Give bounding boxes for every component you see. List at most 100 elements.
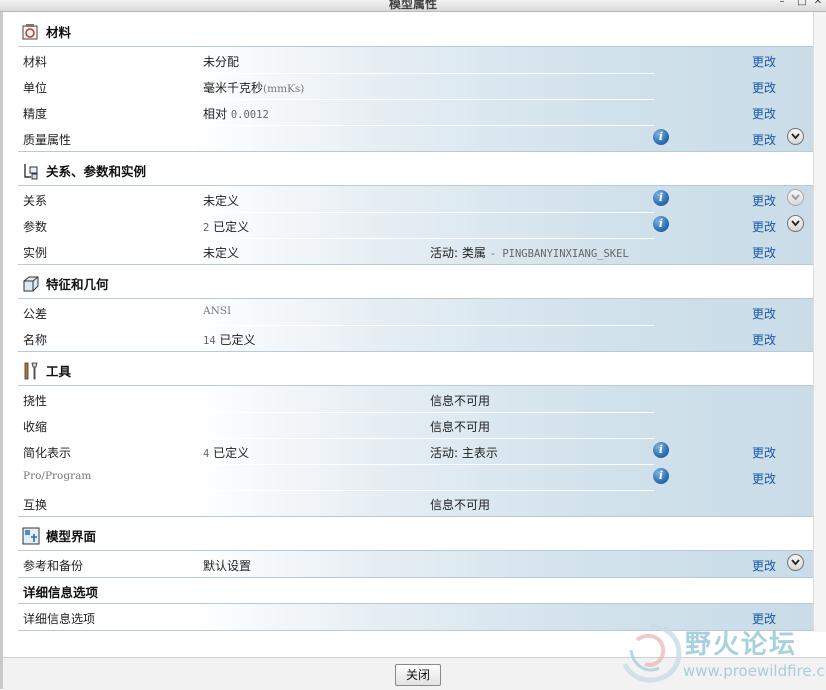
change-relations-link[interactable]: 更改 xyxy=(752,192,776,209)
row-label: 精度 xyxy=(23,107,48,121)
interface-icon xyxy=(22,527,40,545)
change-instances-link[interactable]: 更改 xyxy=(752,244,776,261)
section-tools-body: 挠性 信息不可用 收缩 信息不可用 简化表示 4 已定义 活动: 主表示 i 更… xyxy=(18,386,813,516)
row-names: 名称 14 已定义 更改 xyxy=(18,325,813,351)
section-interface-title: 模型界面 xyxy=(46,529,97,544)
parameter-count: 2 xyxy=(203,222,210,234)
divider xyxy=(18,577,813,578)
change-program-link[interactable]: 更改 xyxy=(752,470,776,487)
relations-icon xyxy=(22,162,40,180)
change-accuracy-link[interactable]: 更改 xyxy=(752,105,776,122)
minimize-icon[interactable]: – xyxy=(776,0,788,7)
change-tolerance-link[interactable]: 更改 xyxy=(752,305,776,322)
simprep-count: 4 xyxy=(203,448,210,460)
features-icon xyxy=(22,275,40,293)
section-features-body: 公差 ANSI 更改 名称 14 已定义 更改 xyxy=(18,299,813,351)
row-parameters: 参数 2 已定义 i 更改 xyxy=(18,212,813,238)
row-references: 参考和备份 默认设置 更改 xyxy=(18,551,813,577)
close-window-icon[interactable]: ✕ xyxy=(812,0,824,7)
row-label: 挠性 xyxy=(23,394,48,408)
change-simprep-link[interactable]: 更改 xyxy=(752,444,776,461)
change-names-link[interactable]: 更改 xyxy=(752,331,776,348)
chevron-down-icon[interactable] xyxy=(787,189,804,206)
row-value: 4 已定义 xyxy=(203,444,249,461)
material-icon xyxy=(22,23,40,41)
section-interface-body: 参考和备份 默认设置 更改 xyxy=(18,551,813,577)
section-detail-title: 详细信息选项 xyxy=(23,585,99,600)
row-label: 详细信息选项 xyxy=(23,612,96,626)
divider xyxy=(18,351,813,352)
row-accuracy: 精度 相对 0.0012 更改 xyxy=(18,99,813,125)
chevron-down-icon[interactable] xyxy=(787,128,804,145)
section-tools-title: 工具 xyxy=(46,364,72,379)
info-icon[interactable]: i xyxy=(653,129,669,145)
names-count: 14 xyxy=(203,335,216,347)
simprep-status: 已定义 xyxy=(213,446,250,460)
row-status: 信息不可用 xyxy=(430,394,491,408)
row-status: 活动: 主表示 xyxy=(430,446,498,460)
row-value: ANSI xyxy=(203,305,232,317)
change-mass-link[interactable]: 更改 xyxy=(752,131,776,148)
row-label: 单位 xyxy=(23,81,48,95)
row-simplified-rep: 简化表示 4 已定义 活动: 主表示 i 更改 xyxy=(18,438,813,464)
row-status: 信息不可用 xyxy=(430,420,491,434)
row-label: 质量属性 xyxy=(23,133,72,147)
section-material-header: 材料 xyxy=(22,21,71,45)
row-relations: 关系 未定义 i 更改 xyxy=(18,186,813,212)
units-abbrev: (mmKs) xyxy=(263,83,305,95)
info-icon[interactable]: i xyxy=(653,468,669,484)
row-value: 相对 0.0012 xyxy=(203,105,269,122)
row-label: 简化表示 xyxy=(23,446,72,460)
section-relations-header: 关系、参数和实例 xyxy=(22,160,146,184)
info-icon[interactable]: i xyxy=(653,216,669,232)
change-units-link[interactable]: 更改 xyxy=(752,79,776,96)
tools-icon xyxy=(22,362,40,380)
row-pro-program: Pro/Program i 更改 xyxy=(18,464,813,490)
row-label: 材料 xyxy=(23,55,48,69)
watermark-name: 野火论坛 xyxy=(685,630,798,660)
window-title: 模型属性 xyxy=(388,0,437,11)
chevron-down-icon[interactable] xyxy=(787,554,804,571)
section-material-title: 材料 xyxy=(46,25,72,40)
row-label: 收缩 xyxy=(23,420,48,434)
change-references-link[interactable]: 更改 xyxy=(752,557,776,574)
section-material-body: 材料 未分配 更改 单位 毫米千克秒(mmKs) 更改 精度 相对 0.0012… xyxy=(18,47,813,151)
info-icon[interactable]: i xyxy=(653,442,669,458)
chevron-down-icon[interactable] xyxy=(787,215,804,232)
info-icon[interactable]: i xyxy=(653,190,669,206)
maximize-icon[interactable]: □ xyxy=(796,0,808,7)
row-tolerance: 公差 ANSI 更改 xyxy=(18,299,813,325)
row-label: 参数 xyxy=(23,220,48,234)
row-label: 名称 xyxy=(23,333,48,347)
accuracy-type: 相对 xyxy=(203,107,228,121)
divider xyxy=(18,151,813,152)
row-status: 信息不可用 xyxy=(430,498,491,512)
divider xyxy=(18,264,813,265)
row-value: 毫米千克秒(mmKs) xyxy=(203,79,304,96)
divider xyxy=(18,516,813,517)
row-label: 公差 xyxy=(23,307,48,321)
row-value: 2 已定义 xyxy=(203,218,249,235)
row-shrinkage: 收缩 信息不可用 xyxy=(18,412,813,438)
row-value: 未定义 xyxy=(203,194,240,208)
row-units: 单位 毫米千克秒(mmKs) 更改 xyxy=(18,73,813,99)
row-label: 互换 xyxy=(23,498,48,512)
section-relations-title: 关系、参数和实例 xyxy=(46,164,147,179)
change-parameters-link[interactable]: 更改 xyxy=(752,218,776,235)
section-features-title: 特征和几何 xyxy=(46,277,109,292)
row-value: 默认设置 xyxy=(203,559,252,573)
row-label: 参考和备份 xyxy=(23,559,84,573)
row-status: 活动: 类属 - PINGBANYINXIANG_SKEL xyxy=(430,244,629,261)
row-interchange: 互换 信息不可用 xyxy=(18,490,813,516)
instance-active: 活动: 类属 xyxy=(430,246,486,260)
row-instances: 实例 未定义 活动: 类属 - PINGBANYINXIANG_SKEL 更改 xyxy=(18,238,813,264)
row-label: 关系 xyxy=(23,194,48,208)
change-material-link[interactable]: 更改 xyxy=(752,53,776,70)
scrollbar[interactable] xyxy=(813,12,826,632)
section-tools-header: 工具 xyxy=(22,360,71,384)
units-value: 毫米千克秒 xyxy=(203,81,264,95)
section-relations-body: 关系 未定义 i 更改 参数 2 已定义 i 更改 实例 未定义 活动: 类属 … xyxy=(18,186,813,264)
row-value: 未定义 xyxy=(203,246,240,260)
window-border xyxy=(0,12,3,689)
close-button[interactable]: 关闭 xyxy=(395,664,441,686)
